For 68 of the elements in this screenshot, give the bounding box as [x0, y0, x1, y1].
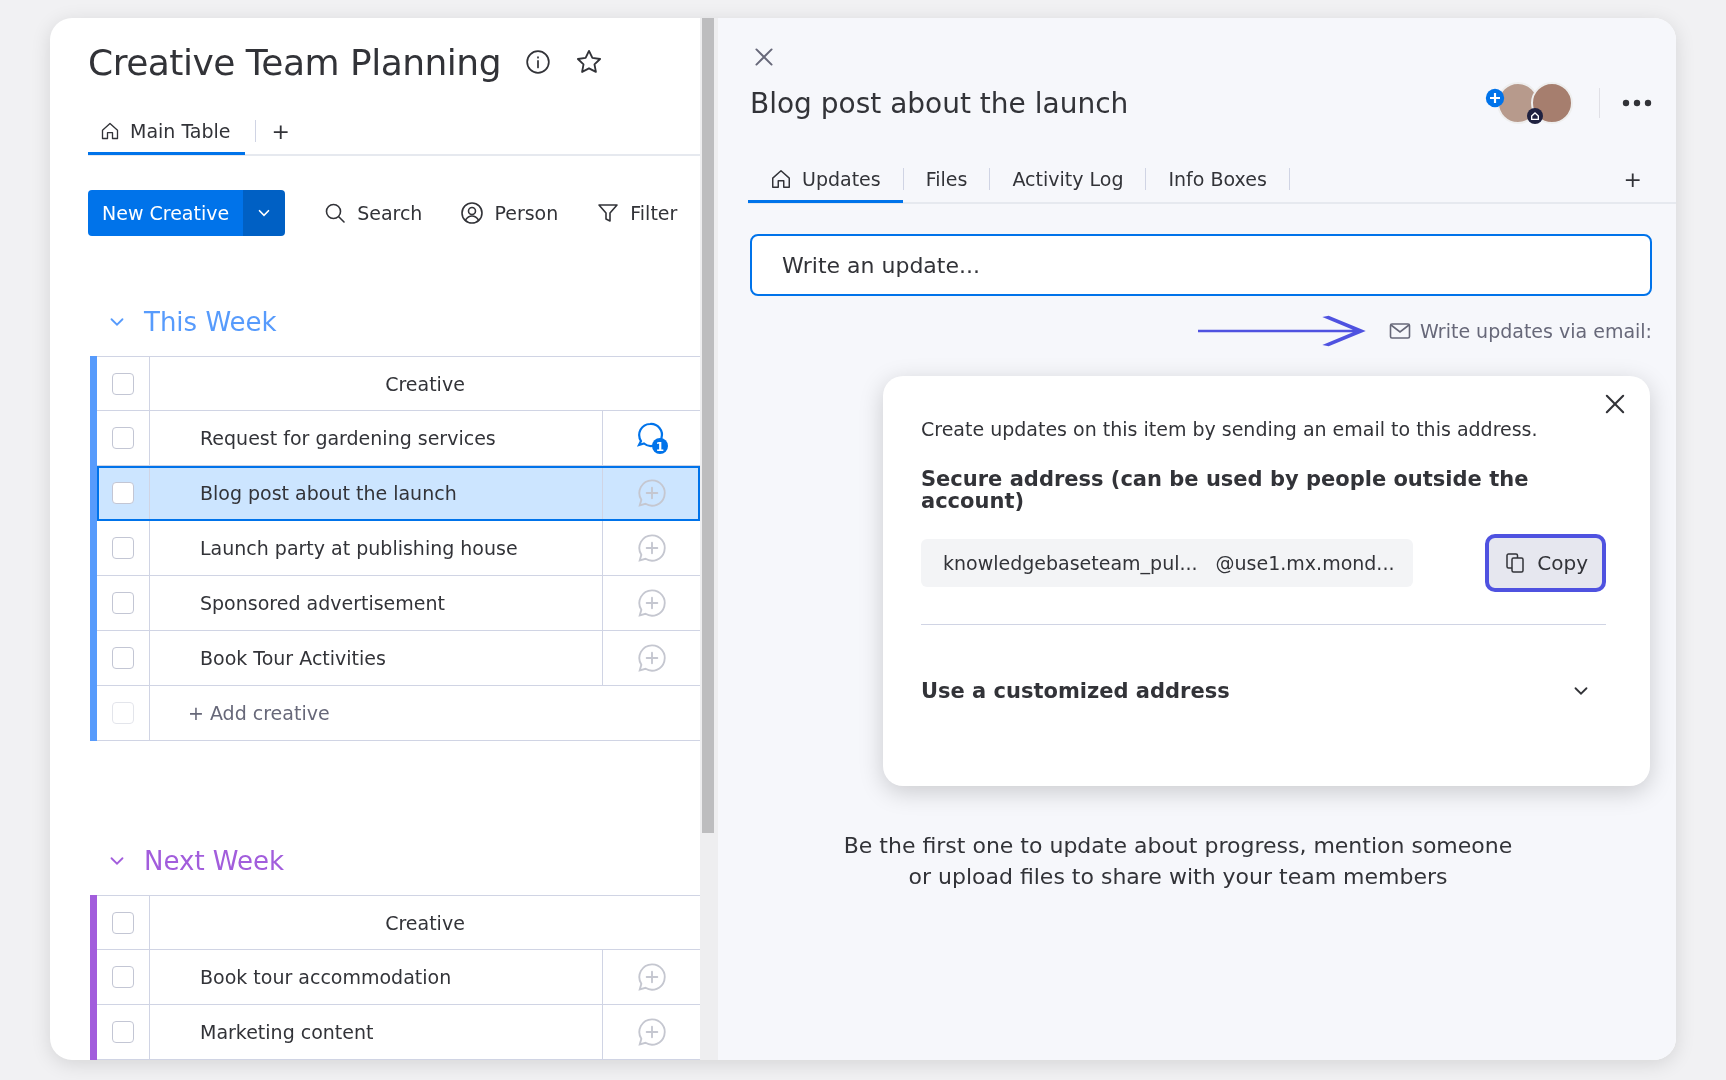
filter-icon [596, 201, 621, 225]
info-icon[interactable] [525, 49, 552, 75]
table-row[interactable]: Sponsored advertisement [97, 576, 700, 631]
tab[interactable]: Info Boxes [1146, 156, 1289, 202]
add-update-icon[interactable] [635, 642, 668, 674]
board-title: Creative Team Planning [88, 41, 502, 83]
add-update-icon[interactable] [635, 961, 668, 993]
item-title: Blog post about the launch [750, 86, 1130, 120]
column-header: Creative [384, 371, 466, 397]
checkbox[interactable] [112, 966, 134, 988]
address-user: knowledgebaseteam_pul... [943, 552, 1198, 574]
address-domain: @use1.mx.mond... [1215, 552, 1395, 574]
checkbox[interactable] [112, 537, 134, 559]
column-header: Creative [384, 910, 466, 936]
add-view-button[interactable]: + [265, 118, 296, 144]
item-name[interactable]: Book tour accommodation [150, 950, 603, 1004]
item-name[interactable]: Sponsored advertisement [150, 576, 603, 630]
section-heading: Secure address (can be used by people outside the account) [921, 468, 1530, 512]
checkbox[interactable] [112, 372, 134, 395]
checkbox[interactable] [112, 702, 134, 724]
checkbox[interactable] [112, 911, 134, 934]
tab[interactable]: Files [903, 156, 990, 202]
table-row[interactable]: Blog post about the launch [97, 466, 700, 521]
checkbox[interactable] [112, 427, 134, 449]
add-update-icon[interactable] [635, 532, 668, 564]
item-name[interactable]: Request for gardening services [150, 411, 603, 465]
search-icon [323, 201, 348, 225]
table-row[interactable]: Book Tour Activities [97, 631, 700, 686]
table-row[interactable]: Marketing content [97, 1005, 700, 1060]
copy-button[interactable]: Copy [1485, 534, 1606, 592]
checkbox[interactable] [112, 1021, 134, 1043]
checkbox[interactable] [112, 647, 134, 669]
add-item-link[interactable]: + Add creative [150, 686, 700, 740]
group-title[interactable]: Next Week [144, 846, 285, 876]
person-filter-button[interactable]: Person [460, 201, 559, 225]
new-item-button[interactable]: New Creative [88, 190, 244, 236]
filter-button[interactable]: Filter [596, 201, 678, 225]
tab[interactable]: Activity Log [990, 156, 1146, 202]
home-icon [770, 167, 792, 190]
view-tab[interactable]: Main Table [88, 109, 245, 155]
checkbox[interactable] [112, 482, 134, 504]
tab[interactable]: Updates [748, 157, 903, 203]
table-row[interactable]: Launch party at publishing house [97, 521, 700, 576]
email-updates-link[interactable]: Write updates via email: [1387, 319, 1652, 343]
add-update-icon[interactable] [635, 1016, 668, 1048]
table-row[interactable]: Request for gardening services 1 [97, 411, 700, 466]
item-name[interactable]: Launch party at publishing house [150, 521, 603, 575]
item-name[interactable]: Book Tour Activities [150, 631, 603, 685]
scrollbar[interactable] [700, 18, 718, 1060]
email-address-field[interactable]: knowledgebaseteam_pul... @use1.mx.mond... [921, 539, 1413, 587]
add-update-icon[interactable] [635, 587, 668, 619]
empty-state-text: Be the first one to update about progress, mention someone or upload files to share with your team members [842, 832, 1514, 891]
add-tab-button[interactable]: + [1617, 166, 1648, 192]
search-button[interactable]: Search [323, 201, 423, 225]
dropdown-button[interactable] [243, 190, 286, 236]
table-row[interactable]: Book tour accommodation [97, 950, 700, 1005]
star-icon[interactable] [575, 48, 604, 76]
person-icon [460, 201, 485, 225]
add-update-icon[interactable] [635, 477, 668, 509]
home-icon [100, 120, 120, 141]
item-name[interactable]: Blog post about the launch [150, 466, 603, 520]
item-name[interactable]: Marketing content [150, 1005, 603, 1059]
add-person-icon[interactable] [1485, 88, 1505, 108]
update-input[interactable]: Write an update... [750, 234, 1652, 296]
popover-description: Create updates on this item by sending an email to this address. [921, 418, 1539, 440]
home-badge-icon [1527, 108, 1543, 124]
checkbox[interactable] [112, 592, 134, 614]
custom-address-toggle[interactable]: Use a customized address [921, 679, 1606, 703]
